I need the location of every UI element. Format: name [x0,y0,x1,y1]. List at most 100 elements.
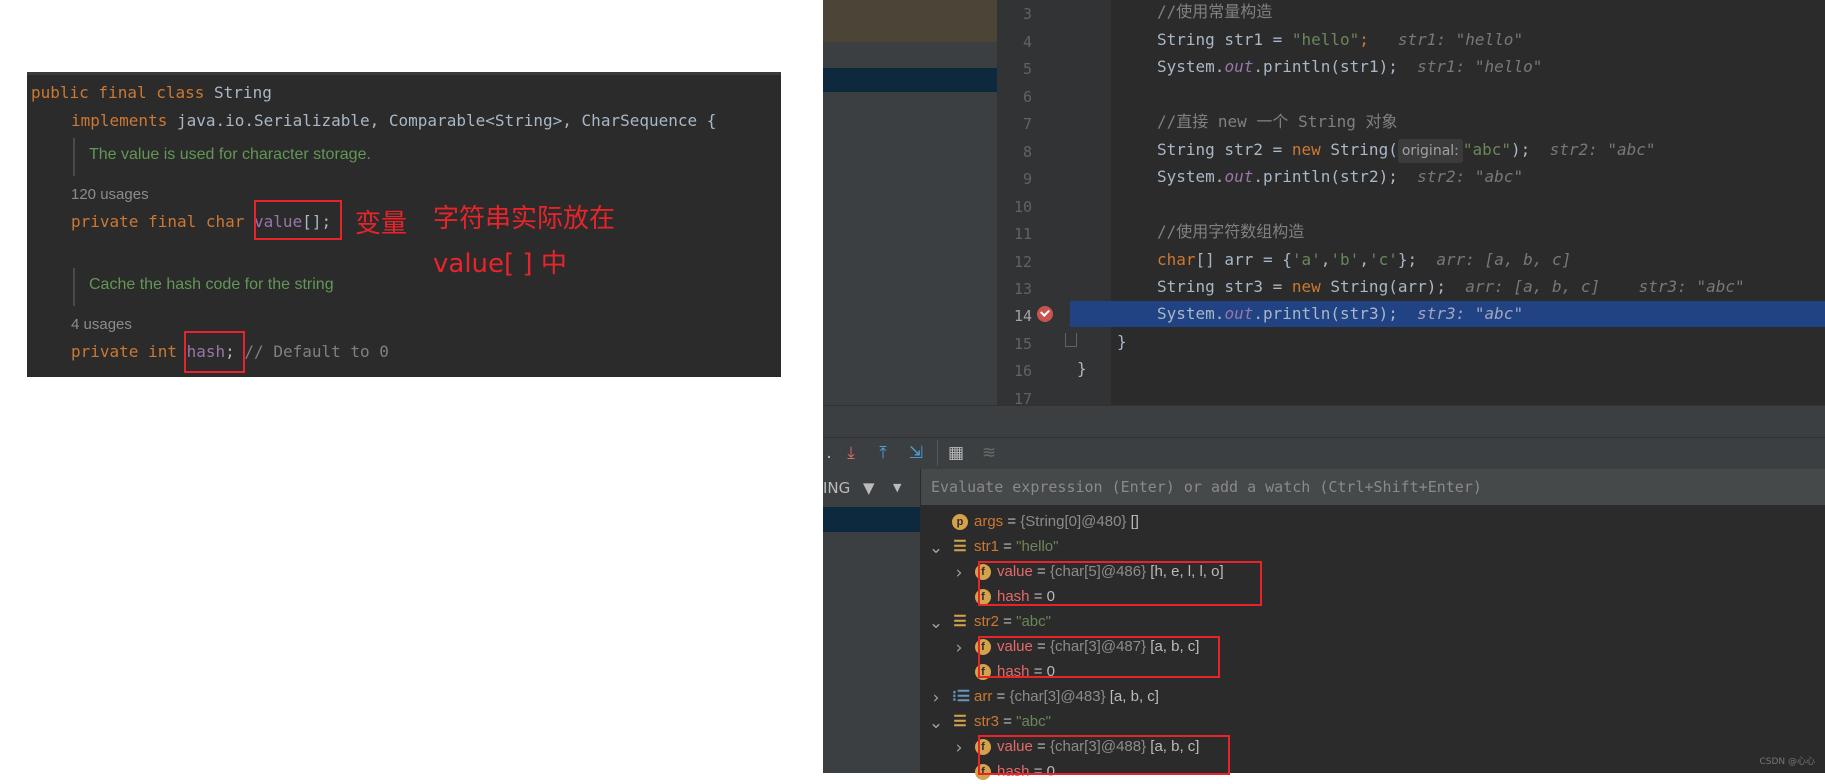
semicolon: ; [1359,30,1369,49]
annotation-variable: 变量 [355,209,408,239]
collapse-chevron-icon[interactable]: ⌄ [928,613,944,633]
line-number: 13 [1013,280,1032,298]
line-number: 11 [1013,225,1032,243]
code-line-15: } [1117,330,1127,354]
code: .println(str1); [1253,57,1398,76]
highlight-box-str3 [978,735,1230,775]
fold-marker-icon[interactable] [1065,333,1077,347]
parameter-hint: original: [1397,139,1463,163]
variable-row[interactable]: ☰ str1 = "hello" [952,534,1058,559]
comment: //直接 new 一个 String 对象 [1157,112,1398,131]
variable-value: "abc" [1016,613,1051,630]
step-into-icon[interactable]: ⤓ [840,442,862,464]
char-literal: 'b' [1330,250,1360,269]
sidebar-header [823,0,997,42]
debug-toolbar [823,437,1825,470]
code: .println(str3); [1253,304,1398,323]
variable-name: str1 [974,538,1000,555]
variable-name: str2 [974,613,1000,630]
inline-value-hint: str1: "hello" [1417,57,1543,76]
toolbar-separator [937,440,938,466]
keyword: implements [71,111,168,130]
object-icon: ☰ [953,613,967,631]
debug-tab-bar [823,405,1825,438]
variable-name: args [974,513,1004,530]
expand-chevron-icon[interactable]: › [951,638,967,658]
chevron-down-icon[interactable]: ▼ [893,481,901,494]
variable-type: {char[3]@483} [1009,688,1106,705]
code: }; [1397,250,1418,269]
breakpoint-icon[interactable] [1037,306,1053,322]
keyword: public final class [31,83,205,102]
code: String(arr); [1320,277,1446,296]
panel-top-border [27,72,781,75]
trace-icon[interactable]: ≋ [978,442,1000,464]
char-literal: 'a' [1291,250,1321,269]
inline-value-hint: str3: "abc" [1638,277,1745,296]
keyword: char [1157,250,1196,269]
expand-chevron-icon[interactable]: › [928,688,944,708]
run-to-cursor-icon[interactable]: ⇲ [905,442,927,464]
code-line-11: //使用字符数组构造 [1157,220,1304,244]
static-field: out [1224,304,1254,323]
class-name: String [214,83,272,102]
keyword: new [1291,277,1321,296]
selected-frame[interactable] [823,507,920,532]
code: System. [1157,167,1225,186]
code-line-8: String str2 = new String(original: "abc")… [1157,138,1656,163]
variable-row[interactable]: ☰ str3 = "abc" [952,709,1051,734]
step-over-icon[interactable]: . [818,442,840,464]
code: String str1 = [1157,30,1292,49]
evaluate-input[interactable]: Evaluate expression (Enter) or add a wat… [931,478,1482,496]
variable-row[interactable]: ☰ str2 = "abc" [952,609,1051,634]
array-icon: ⁝☰ [952,688,971,706]
step-out-icon[interactable]: ⤒ [872,442,894,464]
inline-comment: // Default to 0 [244,342,389,361]
variable-name: str3 [974,713,1000,730]
inline-value-hint: str2: "abc" [1417,167,1524,186]
parameter-icon: p [952,514,968,531]
usages-hash[interactable]: 4 usages [71,316,132,333]
line-number: 3 [1022,5,1032,23]
sidebar-selected-row[interactable] [823,68,997,92]
collapse-chevron-icon[interactable]: ⌄ [928,538,944,558]
closing-brace: } [1117,332,1127,351]
line-number: 7 [1022,115,1032,133]
code-line-9: System.out.println(str2); str2: "abc" [1157,165,1523,189]
line-number: 5 [1022,60,1032,78]
inline-value-hint: arr: [a, b, c] [1465,277,1601,296]
variable-value: [] [1130,513,1139,530]
keyword: private final char [71,212,245,231]
evaluate-bar[interactable]: Evaluate expression (Enter) or add a wat… [921,469,1825,506]
line-number: 10 [1013,198,1032,216]
keyword: private int [71,342,177,361]
highlight-box-value [254,200,342,240]
code-line-14: System.out.println(str3); str3: "abc" [1157,302,1523,326]
project-sidebar [823,0,997,405]
annotation-stored-line1: 字符串实际放在 [433,204,616,234]
variable-type: {String[0]@480} [1020,513,1127,530]
object-icon: ☰ [953,538,967,556]
variable-row[interactable]: ⁝☰ arr = {char[3]@483} [a, b, c] [952,684,1159,709]
annotation-stored-line2: value[ ] 中 [433,249,567,279]
code-line-5: System.out.println(str1); str1: "hello" [1157,55,1542,79]
filter-icon[interactable]: ▼ [863,479,875,497]
highlight-box-str2 [978,636,1220,678]
variable-row[interactable]: p args = {String[0]@480} [] [952,509,1139,534]
line-number: 15 [1013,335,1032,353]
usages-value[interactable]: 120 usages [71,186,149,203]
collapse-chevron-icon[interactable]: ⌄ [928,713,944,733]
expand-chevron-icon[interactable]: › [951,563,967,583]
comment: //使用常量构造 [1157,2,1273,21]
expand-chevron-icon[interactable]: › [951,738,967,758]
code: System. [1157,57,1225,76]
closing-brace: } [1077,359,1087,378]
code: ); [1511,140,1531,159]
code: .println(str2); [1253,167,1398,186]
variable-value: "hello" [1016,538,1059,555]
variable-value: [a, b, c] [1109,688,1159,705]
evaluate-expression-icon[interactable]: ▦ [945,442,967,464]
static-field: out [1224,167,1254,186]
inline-value-hint: str3: "abc" [1417,304,1524,323]
inline-value-hint: arr: [a, b, c] [1436,250,1572,269]
